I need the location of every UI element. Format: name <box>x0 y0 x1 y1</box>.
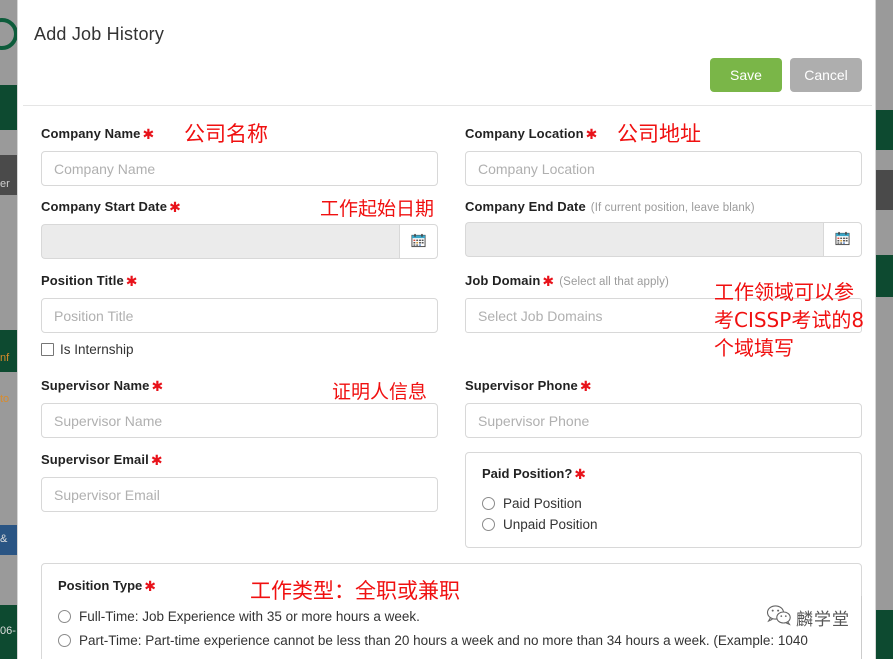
paid-position-title: Paid Position? ✱ <box>482 466 845 483</box>
company-location-input[interactable] <box>465 151 862 186</box>
radio-full-time[interactable] <box>58 610 71 623</box>
required-asterisk: ✱ <box>150 452 163 468</box>
supervisor-name-input[interactable] <box>41 403 438 438</box>
company-end-date-control[interactable] <box>465 222 862 257</box>
required-asterisk: ✱ <box>142 126 155 142</box>
label-text: Supervisor Name <box>41 378 150 393</box>
supervisor-phone-label: Supervisor Phone ✱ <box>465 378 862 395</box>
paid-position-option-paid[interactable]: Paid Position <box>482 496 845 511</box>
radio-paid-position[interactable] <box>482 497 495 510</box>
label-text: Position Title <box>41 273 124 288</box>
company-start-date-input[interactable] <box>41 224 399 259</box>
required-asterisk: ✱ <box>574 466 587 482</box>
label-text: Company End Date <box>465 199 586 214</box>
background-block <box>876 170 893 210</box>
annotation-position-type: 工作类型：全职或兼职 <box>250 579 460 603</box>
save-button[interactable]: Save <box>710 58 782 92</box>
is-internship-label: Is Internship <box>60 342 134 357</box>
annotation-company-name: 公司名称 <box>184 122 268 146</box>
calendar-icon <box>835 231 850 249</box>
label-text: Company Location <box>465 126 584 141</box>
background-block <box>876 610 893 659</box>
required-asterisk: ✱ <box>151 378 164 394</box>
field-supervisor-phone: Supervisor Phone ✱ <box>465 378 862 438</box>
background-block <box>0 85 17 130</box>
required-asterisk: ✱ <box>125 273 138 289</box>
background-block <box>0 330 17 372</box>
is-internship-checkbox-row[interactable]: Is Internship <box>41 342 438 357</box>
background-logo-ring <box>0 18 18 50</box>
company-end-date-hint: (If current position, leave blank) <box>590 202 755 214</box>
radio-label: Unpaid Position <box>503 517 598 532</box>
label-text: Supervisor Email <box>41 452 149 467</box>
supervisor-phone-input[interactable] <box>465 403 862 438</box>
company-start-date-control[interactable] <box>41 224 438 259</box>
calendar-icon-button[interactable] <box>823 222 862 257</box>
label-text: Position Type <box>58 578 143 593</box>
label-text: Company Name <box>41 126 141 141</box>
company-end-date-label: Company End Date (If current position, le… <box>465 199 862 214</box>
position-title-label: Position Title ✱ <box>41 273 438 290</box>
job-domain-hint: (Select all that apply) <box>559 276 669 288</box>
background-text-fragment: 06- <box>0 625 16 637</box>
paid-position-panel: Paid Position? ✱ Paid Position Unpaid Pos… <box>465 452 862 548</box>
field-position-title: Position Title✱ Is Internship <box>41 273 438 357</box>
background-text-fragment: nf <box>0 352 10 364</box>
label-text: Job Domain <box>465 273 541 288</box>
position-title-input[interactable] <box>41 298 438 333</box>
form-body: Company Name✱ Company Start Date✱ <box>18 106 877 659</box>
wechat-icon <box>766 604 792 631</box>
label-text: Paid Position? <box>482 466 573 481</box>
background-text-fragment: & <box>0 533 8 545</box>
watermark-text: 麟学堂 <box>796 610 850 630</box>
annotation-job-domain: 工作领域可以参 考CISSP考试的8 个域填写 <box>714 280 865 360</box>
background-block <box>876 110 893 150</box>
calendar-icon-button[interactable] <box>399 224 438 259</box>
screenshot-root: er nf to & 06- Add Job History Save Canc… <box>0 0 893 659</box>
annotation-supervisor: 证明人信息 <box>332 381 428 403</box>
position-type-option-full-time[interactable]: Full-Time: Job Experience with 35 or mor… <box>58 609 845 624</box>
background-text-fragment: to <box>0 393 10 405</box>
label-text: Supervisor Phone <box>465 378 578 393</box>
label-text: Company Start Date <box>41 199 168 214</box>
background-text-fragment: er <box>0 178 10 190</box>
background-block <box>876 255 893 297</box>
supervisor-email-label: Supervisor Email ✱ <box>41 452 438 469</box>
radio-label: Part-Time: Part-time experience cannot b… <box>79 633 808 648</box>
page-title: Add Job History <box>34 24 165 44</box>
radio-unpaid-position[interactable] <box>482 518 495 531</box>
supervisor-email-input[interactable] <box>41 477 438 512</box>
annotation-company-location: 公司地址 <box>617 122 701 146</box>
company-end-date-input[interactable] <box>465 222 823 257</box>
annotation-start-date: 工作起始日期 <box>320 198 435 220</box>
position-type-option-part-time[interactable]: Part-Time: Part-time experience cannot b… <box>58 633 845 648</box>
required-asterisk: ✱ <box>585 126 598 142</box>
field-supervisor-email: Supervisor Email ✱ <box>41 452 438 512</box>
calendar-icon <box>411 233 426 251</box>
radio-part-time[interactable] <box>58 634 71 647</box>
background-page-left: er nf to & 06- <box>0 0 18 659</box>
required-asterisk: ✱ <box>169 199 181 215</box>
required-asterisk: ✱ <box>144 578 156 594</box>
company-name-input[interactable] <box>41 151 438 186</box>
field-company-end-date: Company End Date (If current position, le… <box>465 199 862 257</box>
radio-label: Full-Time: Job Experience with 35 or mor… <box>79 609 420 624</box>
cancel-button[interactable]: Cancel <box>790 58 862 92</box>
background-page-right <box>876 0 893 659</box>
required-asterisk: ✱ <box>579 378 592 394</box>
watermark: 麟学堂 <box>766 604 850 631</box>
paid-position-option-unpaid[interactable]: Unpaid Position <box>482 517 845 532</box>
is-internship-checkbox[interactable] <box>41 343 54 356</box>
required-asterisk: ✱ <box>542 273 555 289</box>
radio-label: Paid Position <box>503 496 582 511</box>
watermark-divider <box>861 596 862 659</box>
